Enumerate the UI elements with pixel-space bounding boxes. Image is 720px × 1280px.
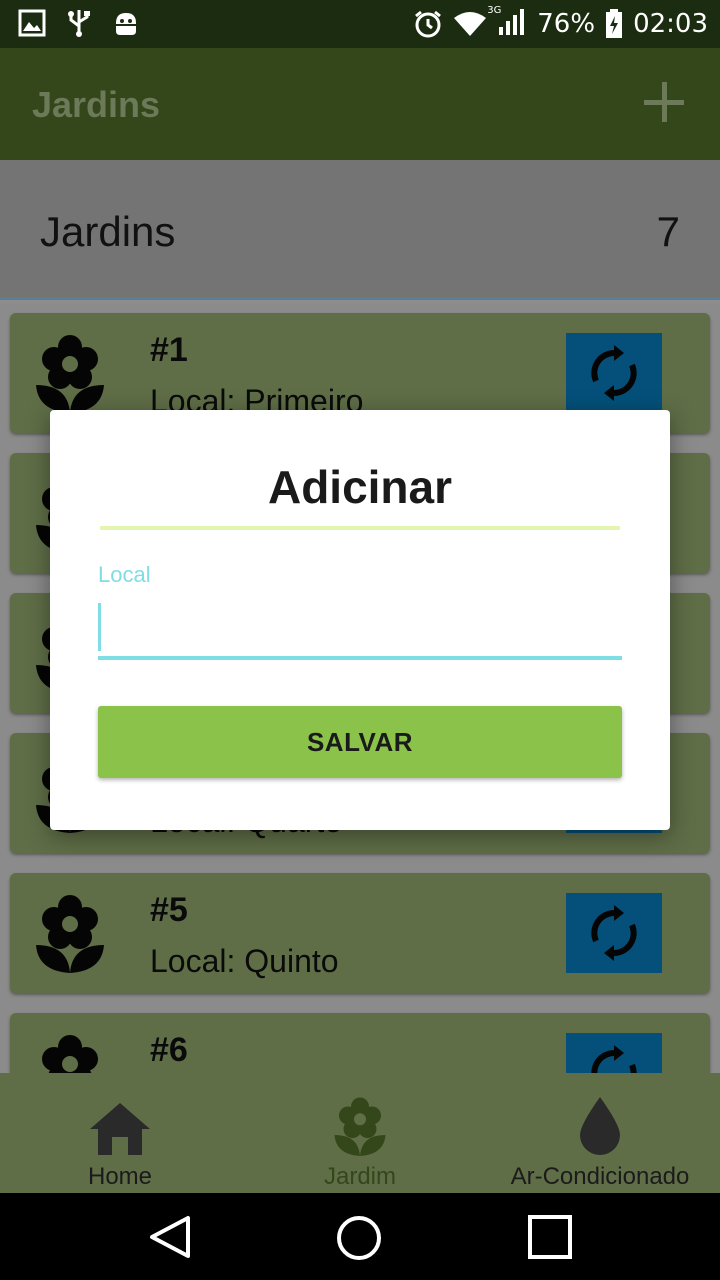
- dialog-divider: [100, 526, 620, 530]
- wifi-icon: [454, 12, 487, 36]
- nav-home-label: Home: [87, 1163, 153, 1190]
- local-input[interactable]: [98, 600, 622, 660]
- signal-icon: [499, 8, 525, 35]
- recents-icon[interactable]: [528, 1215, 572, 1259]
- list-header-title: Jardins: [40, 208, 176, 255]
- garden-number: #6: [150, 1031, 188, 1069]
- battery-percent: 76%: [537, 9, 596, 39]
- sync-button[interactable]: [566, 333, 662, 413]
- local-field-label: Local: [98, 562, 151, 587]
- add-garden-dialog: Adicinar Local SALVAR: [50, 410, 670, 830]
- nav-ar-condicionado-label: Ar-Condicionado: [510, 1163, 690, 1190]
- home-circle-icon[interactable]: [336, 1215, 382, 1261]
- flower-icon: [42, 1035, 98, 1073]
- nav-ar-condicionado[interactable]: Ar-Condicionado: [490, 1073, 710, 1193]
- android-debug-icon: [114, 13, 138, 35]
- dialog-title: Adicinar: [267, 461, 453, 513]
- flower-icon: [334, 1097, 386, 1156]
- clock: 02:03: [633, 9, 708, 39]
- alarm-icon: [415, 10, 442, 38]
- flower-icon: [36, 335, 104, 413]
- plus-icon[interactable]: [644, 82, 684, 122]
- sync-icon: [591, 905, 637, 961]
- nav-home[interactable]: Home: [40, 1073, 200, 1193]
- status-bar: 3G 76% 02:03: [0, 0, 720, 48]
- garden-card[interactable]: #5 Local: Quinto: [10, 873, 710, 993]
- garden-number: #5: [150, 891, 188, 929]
- sync-button[interactable]: [566, 893, 662, 973]
- garden-local: Local: Quinto: [150, 943, 339, 979]
- garden-count: 7: [656, 208, 680, 255]
- drop-icon: [580, 1097, 620, 1155]
- battery-icon: [606, 9, 623, 38]
- sync-icon: [591, 345, 637, 401]
- nav-jardim-label: Jardim: [323, 1163, 396, 1190]
- flower-icon: [36, 895, 104, 973]
- network-type: 3G: [487, 4, 502, 16]
- sync-icon: [591, 1045, 637, 1073]
- system-navigation-bar: [0, 1193, 720, 1280]
- back-icon[interactable]: [148, 1215, 192, 1259]
- home-icon: [90, 1103, 150, 1155]
- save-button[interactable]: SALVAR: [98, 706, 622, 778]
- garden-number: #1: [150, 331, 188, 369]
- garden-card[interactable]: #6: [10, 1013, 710, 1073]
- app-bar-title: Jardins: [32, 84, 161, 125]
- app-bar: Jardins: [0, 48, 720, 160]
- sync-button[interactable]: [566, 1033, 662, 1073]
- nav-jardim[interactable]: Jardim: [280, 1073, 440, 1193]
- text-cursor: [98, 603, 101, 651]
- usb-icon: [68, 10, 90, 37]
- image-icon: [18, 9, 46, 37]
- list-header: Jardins 7: [0, 160, 720, 300]
- bottom-navigation: Home Jardim Ar-Condicionado: [0, 1073, 720, 1193]
